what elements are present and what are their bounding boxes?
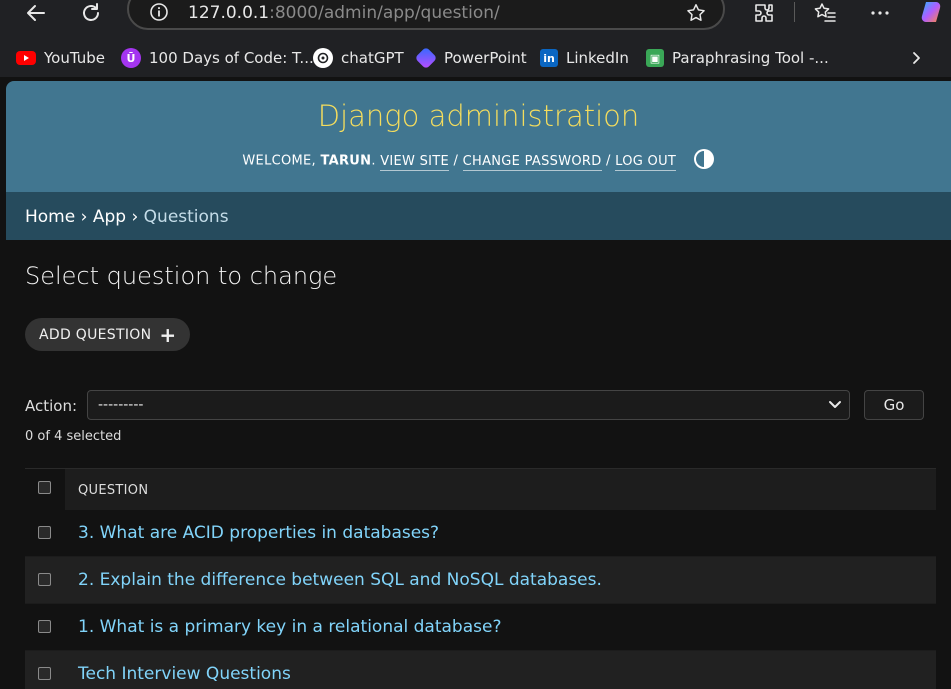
bookmark-youtube[interactable]: YouTube bbox=[16, 48, 105, 68]
username: TARUN bbox=[320, 153, 372, 169]
breadcrumb-separator: › bbox=[80, 207, 88, 227]
selected-count: 0 of 4 selected bbox=[25, 429, 122, 444]
welcome-text: WELCOME, bbox=[242, 153, 316, 169]
udemy-icon: Ū bbox=[121, 48, 141, 68]
bookmark-paraphrasing-tool[interactable]: ▣ Paraphrasing Tool -... bbox=[646, 48, 829, 68]
table-row: Tech Interview Questions bbox=[25, 651, 936, 689]
action-select-value: --------- bbox=[98, 397, 144, 413]
action-select[interactable]: --------- bbox=[87, 390, 850, 420]
favorites-icon[interactable] bbox=[812, 0, 838, 26]
row-checkbox[interactable] bbox=[38, 620, 51, 633]
bookmark-label: Paraphrasing Tool -... bbox=[672, 49, 829, 67]
copilot-icon[interactable] bbox=[918, 0, 944, 26]
linkedin-icon: in bbox=[540, 49, 558, 67]
more-options-icon[interactable] bbox=[867, 0, 893, 26]
chevron-down-icon bbox=[827, 396, 843, 412]
separator: / bbox=[606, 153, 611, 169]
quillbot-icon: ▣ bbox=[646, 49, 664, 67]
bookmark-linkedin[interactable]: in LinkedIn bbox=[540, 48, 629, 68]
bookmark-label: chatGPT bbox=[341, 49, 404, 67]
address-bar[interactable]: 127.0.0.1:8000/admin/app/question/ bbox=[127, 0, 725, 30]
plus-icon: + bbox=[159, 322, 177, 347]
url-host: 127.0.0.1 bbox=[188, 3, 270, 23]
extensions-icon[interactable] bbox=[751, 0, 777, 26]
question-link[interactable]: 3. What are ACID properties in databases… bbox=[78, 523, 439, 543]
select-all-checkbox[interactable] bbox=[38, 481, 51, 494]
powerpoint-icon bbox=[414, 46, 438, 70]
admin-header: Django administration WELCOME, TARUN. VI… bbox=[6, 81, 951, 192]
actions-bar: Action: --------- Go bbox=[25, 390, 925, 420]
bookmark-chatgpt[interactable]: chatGPT bbox=[313, 48, 404, 68]
breadcrumb: Home › App › Questions bbox=[6, 192, 951, 240]
theme-toggle-icon[interactable] bbox=[693, 148, 715, 170]
table-row: 3. What are ACID properties in databases… bbox=[25, 510, 936, 557]
column-header-question[interactable]: QUESTION bbox=[78, 483, 148, 498]
back-arrow-icon[interactable] bbox=[23, 0, 49, 26]
add-question-button[interactable]: ADD QUESTION + bbox=[25, 318, 191, 351]
youtube-icon bbox=[16, 51, 36, 65]
change-password-link[interactable]: CHANGE PASSWORD bbox=[462, 153, 602, 171]
user-tools: WELCOME, TARUN. VIEW SITE / CHANGE PASSW… bbox=[6, 148, 951, 172]
row-checkbox[interactable] bbox=[38, 573, 51, 586]
bookmark-label: YouTube bbox=[44, 49, 105, 67]
django-admin-page: Django administration WELCOME, TARUN. VI… bbox=[6, 81, 951, 689]
url-path: :8000/admin/app/question/ bbox=[269, 3, 500, 23]
site-info-icon[interactable] bbox=[149, 2, 169, 22]
bookmark-label: LinkedIn bbox=[566, 49, 629, 67]
question-link[interactable]: 2. Explain the difference between SQL an… bbox=[78, 570, 602, 590]
chatgpt-icon bbox=[313, 48, 333, 68]
reload-icon[interactable] bbox=[78, 0, 104, 26]
breadcrumb-separator: › bbox=[131, 207, 139, 227]
bookmark-powerpoint[interactable]: PowerPoint bbox=[414, 46, 527, 70]
action-label: Action: bbox=[25, 397, 78, 415]
bookmark-udemy[interactable]: Ū 100 Days of Code: T... bbox=[121, 48, 314, 68]
row-checkbox[interactable] bbox=[38, 667, 51, 680]
results-table: QUESTION 3. What are ACID properties in … bbox=[25, 468, 936, 689]
row-checkbox[interactable] bbox=[38, 526, 51, 539]
table-row: 1. What is a primary key in a relational… bbox=[25, 604, 936, 651]
bookmarks-bar: YouTube Ū 100 Days of Code: T... chatGPT… bbox=[0, 40, 951, 77]
favorite-star-icon[interactable] bbox=[685, 2, 707, 24]
log-out-link[interactable]: LOG OUT bbox=[615, 153, 677, 171]
bookmark-label: 100 Days of Code: T... bbox=[149, 49, 314, 67]
breadcrumb-app[interactable]: App bbox=[93, 207, 126, 227]
site-branding[interactable]: Django administration bbox=[6, 99, 951, 133]
question-link[interactable]: 1. What is a primary key in a relational… bbox=[78, 617, 501, 637]
question-column bbox=[65, 469, 936, 510]
toolbar-divider bbox=[794, 2, 795, 22]
browser-toolbar: 127.0.0.1:8000/admin/app/question/ bbox=[0, 0, 951, 40]
view-site-link[interactable]: VIEW SITE bbox=[380, 153, 450, 171]
breadcrumb-home[interactable]: Home bbox=[25, 207, 75, 227]
breadcrumb-current: Questions bbox=[143, 207, 229, 227]
page-title: Select question to change bbox=[25, 262, 338, 290]
chevron-right-icon[interactable] bbox=[903, 45, 929, 71]
bookmark-label: PowerPoint bbox=[444, 49, 527, 67]
go-button[interactable]: Go bbox=[864, 390, 924, 420]
add-question-label: ADD QUESTION bbox=[39, 326, 152, 343]
table-row: 2. Explain the difference between SQL an… bbox=[25, 557, 936, 604]
question-link[interactable]: Tech Interview Questions bbox=[78, 664, 291, 684]
url-text[interactable]: 127.0.0.1:8000/admin/app/question/ bbox=[188, 3, 500, 23]
table-header: QUESTION bbox=[25, 468, 936, 510]
separator: / bbox=[453, 153, 459, 169]
